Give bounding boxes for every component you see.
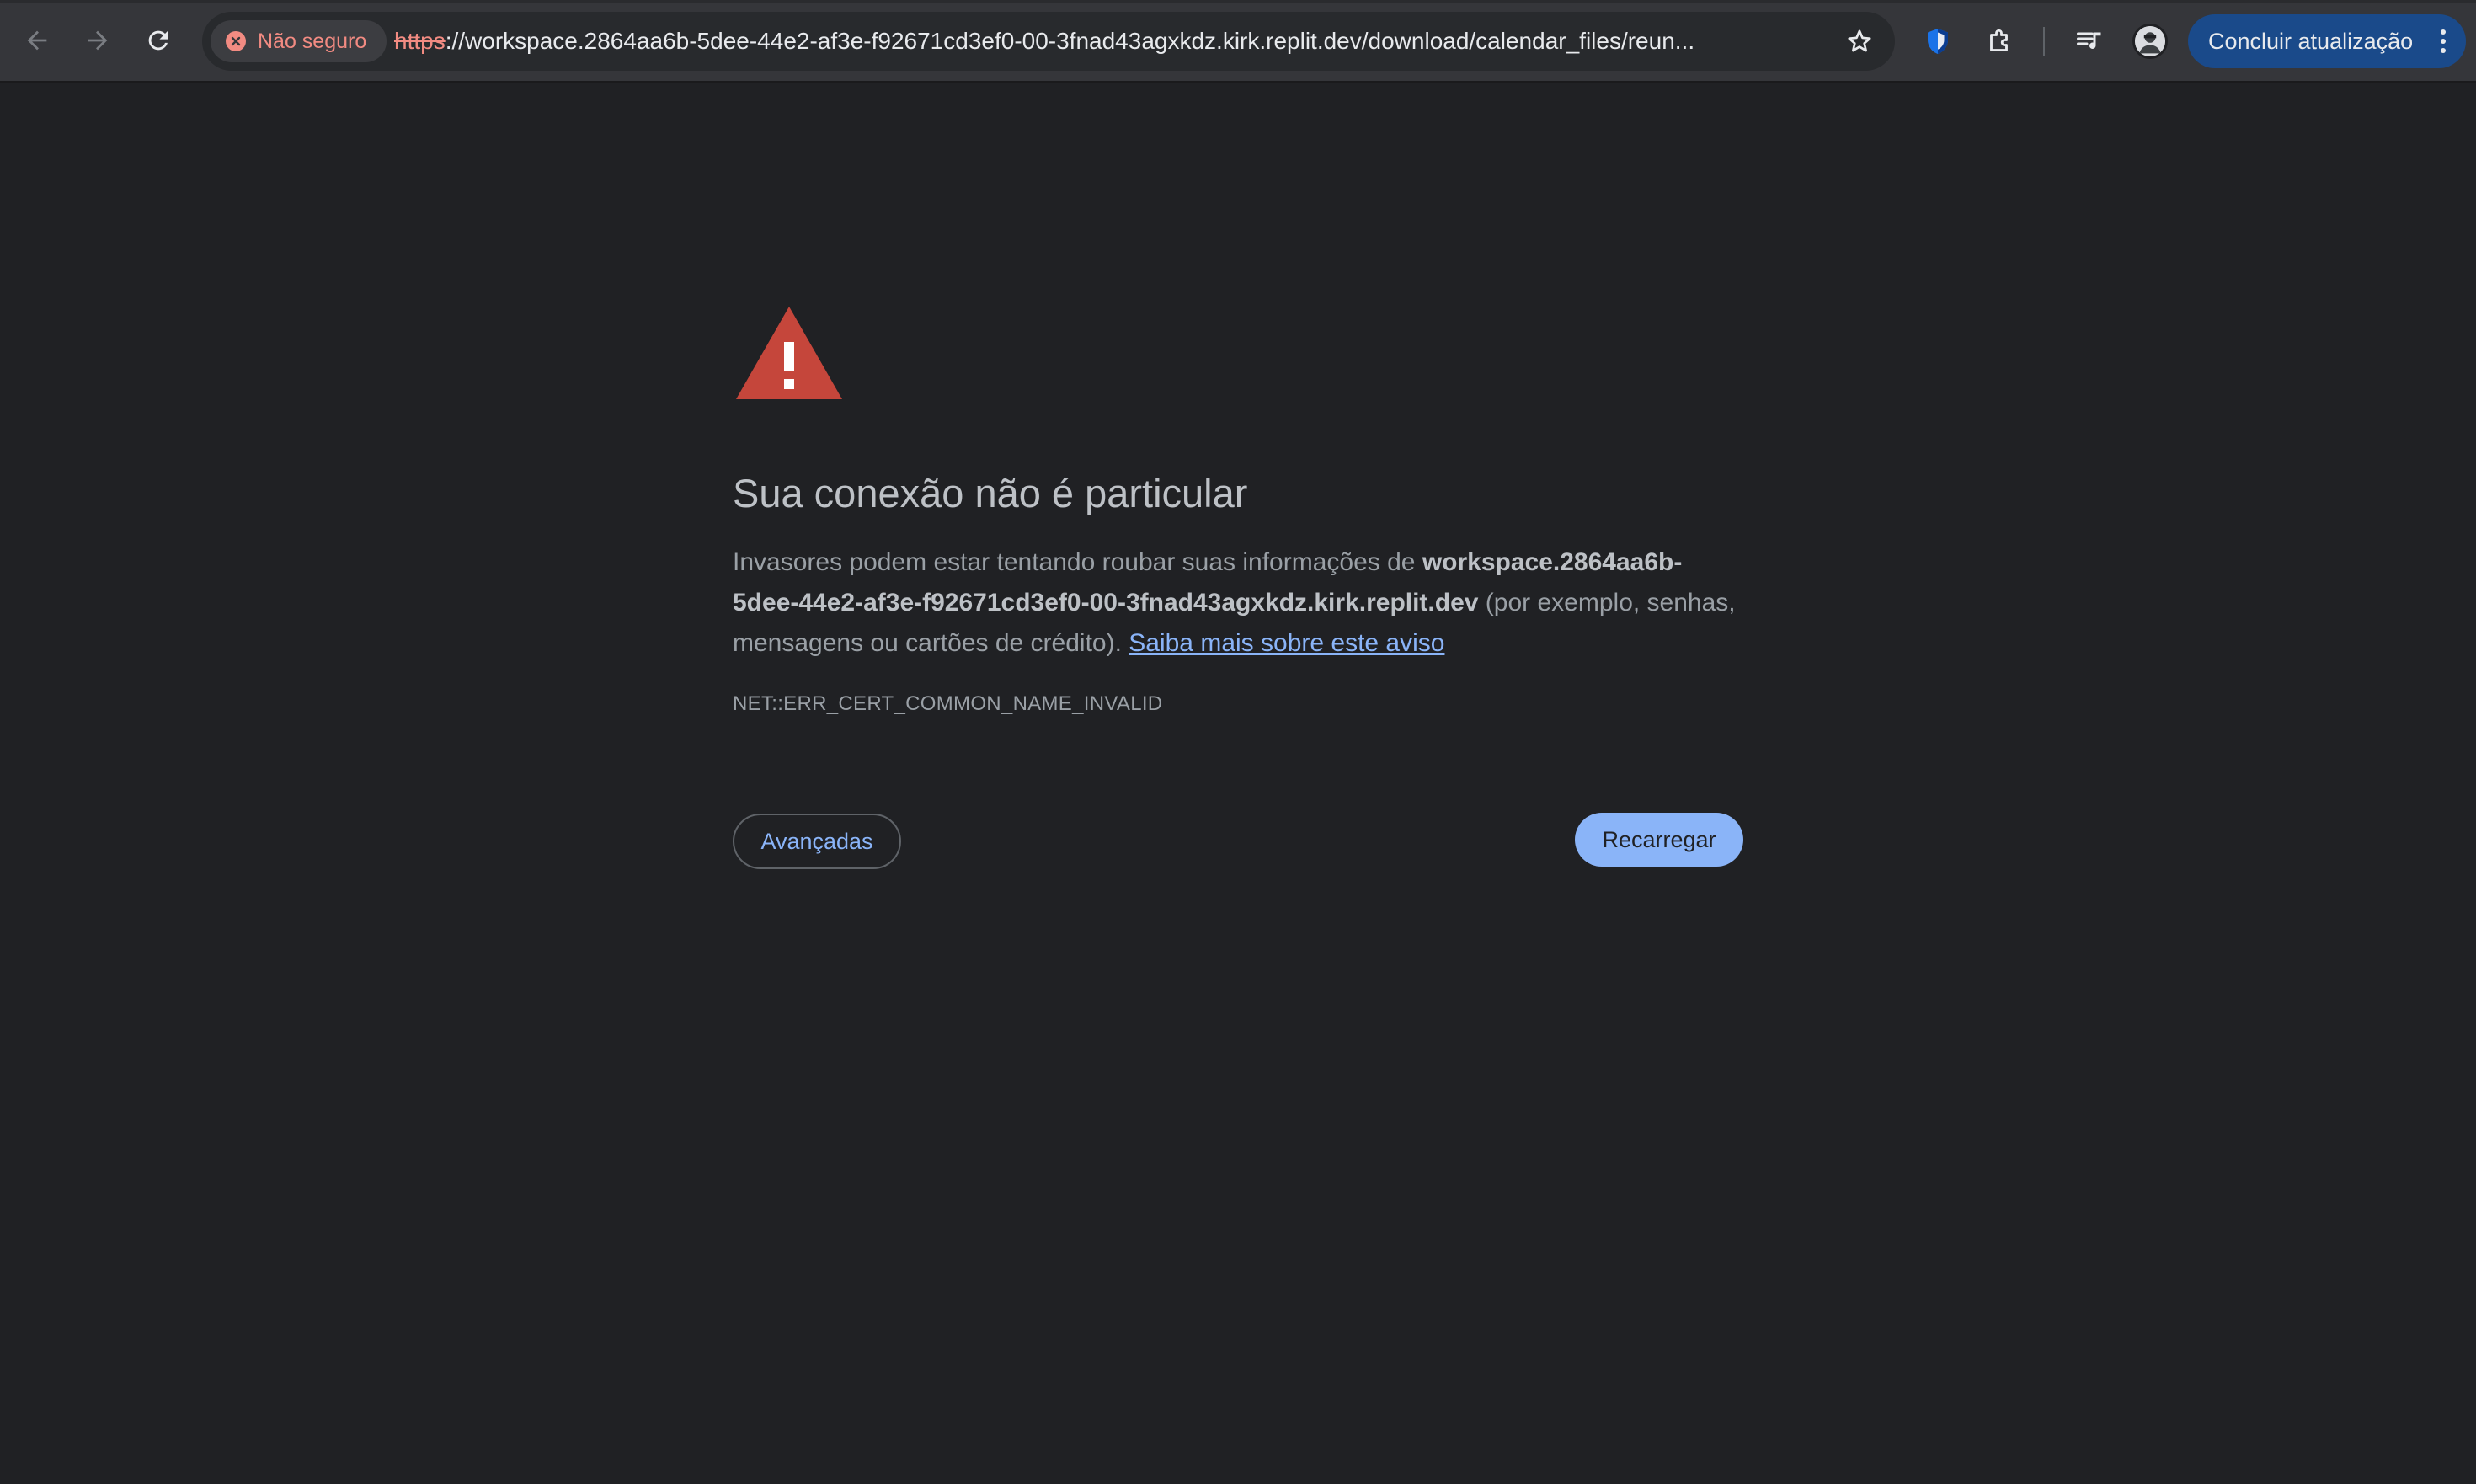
url-text[interactable]: https://workspace.2864aa6b-5dee-44e2-af3… [394,12,2020,71]
description-prefix: Invasores podem estar tentando roubar su… [733,548,1422,576]
advanced-button[interactable]: Avançadas [733,814,901,869]
not-secure-icon [226,31,246,51]
reload-page-button[interactable]: Recarregar [1575,813,1743,867]
back-button[interactable] [15,19,59,62]
forward-button[interactable] [76,19,120,62]
extensions-button[interactable] [1981,22,2020,61]
update-chrome-label: Concluir atualização [2208,28,2414,54]
warning-triangle-icon [736,307,842,399]
url-rest: ://workspace.2864aa6b-5dee-44e2-af3e-f92… [445,28,1695,54]
shield-extension-button[interactable] [1918,22,1957,61]
address-bar[interactable]: Não seguro https://workspace.2864aa6b-5d… [202,12,1895,71]
media-controls-button[interactable] [2070,22,2109,61]
error-code: NET::ERR_CERT_COMMON_NAME_INVALID [733,692,1163,715]
url-scheme: https [394,28,446,54]
tab-strip-edge [0,0,2476,3]
arrow-left-icon [27,30,47,51]
reload-button[interactable] [136,19,180,62]
security-chip[interactable]: Não seguro [211,20,387,62]
kebab-menu-icon[interactable] [2439,28,2447,55]
warning-description: Invasores podem estar tentando roubar su… [733,542,1743,664]
media-controls-icon [2077,32,2101,49]
bookmark-button[interactable] [1841,23,1878,60]
toolbar-divider [2043,27,2045,56]
security-chip-label: Não seguro [258,29,367,53]
learn-more-link[interactable]: Saiba mais sobre este aviso [1129,629,1444,657]
avatar[interactable] [2132,24,2168,59]
update-chrome-button[interactable]: Concluir atualização [2188,14,2466,68]
reload-icon [148,30,168,51]
profile-avatar-image [2135,26,2165,56]
page-title: Sua conexão não é particular [733,471,1248,515]
star-icon [1848,29,1871,52]
puzzle-icon [1990,29,2008,51]
shield-extension-icon [1928,29,1948,54]
browser-toolbar: Não seguro https://workspace.2864aa6b-5d… [0,0,2476,83]
arrow-right-icon [88,30,108,51]
